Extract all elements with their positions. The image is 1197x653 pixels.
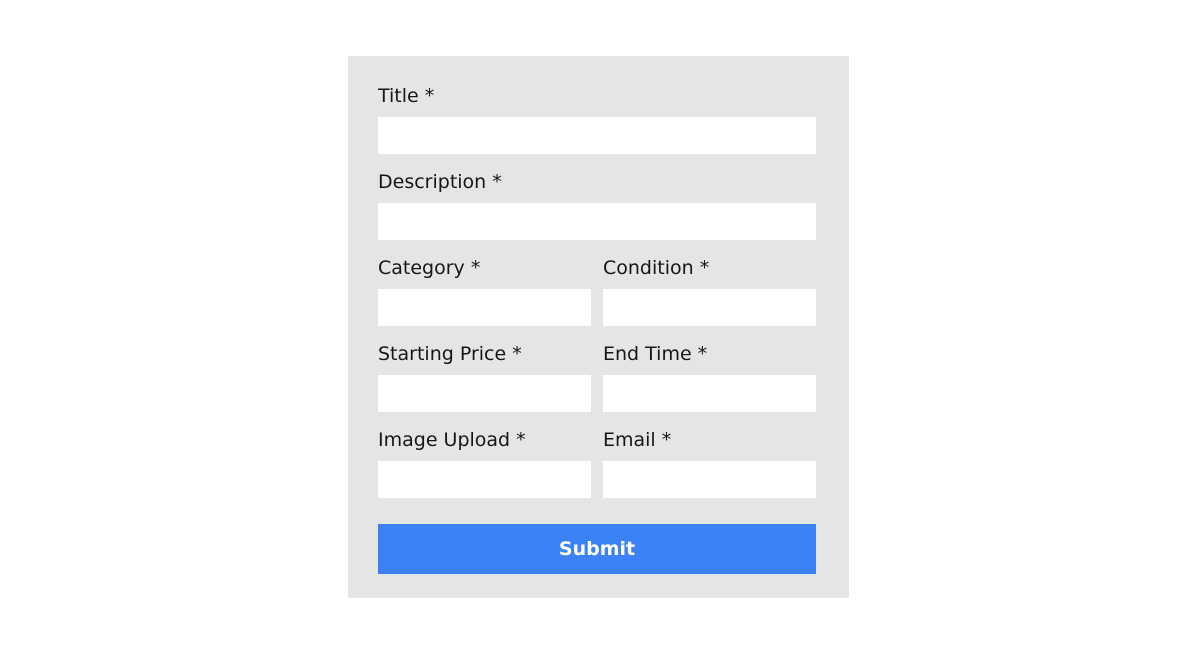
- title-field-group: Title *: [378, 85, 816, 154]
- submit-button[interactable]: Submit: [378, 524, 816, 574]
- condition-input[interactable]: [603, 289, 816, 326]
- category-label: Category *: [378, 257, 481, 279]
- starting-price-input[interactable]: [378, 375, 591, 412]
- image-upload-label: Image Upload *: [378, 429, 526, 451]
- end-time-field-group: End Time *: [603, 343, 816, 412]
- image-upload-input[interactable]: [378, 461, 591, 498]
- email-field-group: Email *: [603, 429, 816, 498]
- category-input[interactable]: [378, 289, 591, 326]
- condition-field-group: Condition *: [603, 257, 816, 326]
- condition-label: Condition *: [603, 257, 710, 279]
- listing-form: Title * Description * Category * Conditi…: [348, 56, 849, 598]
- image-upload-field-group: Image Upload *: [378, 429, 591, 498]
- email-input[interactable]: [603, 461, 816, 498]
- description-field-group: Description *: [378, 171, 816, 240]
- description-input[interactable]: [378, 203, 816, 240]
- starting-price-label: Starting Price *: [378, 343, 522, 365]
- title-label: Title *: [378, 85, 435, 107]
- email-label: Email *: [603, 429, 672, 451]
- end-time-input[interactable]: [603, 375, 816, 412]
- title-input[interactable]: [378, 117, 816, 154]
- category-field-group: Category *: [378, 257, 591, 326]
- starting-price-field-group: Starting Price *: [378, 343, 591, 412]
- end-time-label: End Time *: [603, 343, 708, 365]
- description-label: Description *: [378, 171, 502, 193]
